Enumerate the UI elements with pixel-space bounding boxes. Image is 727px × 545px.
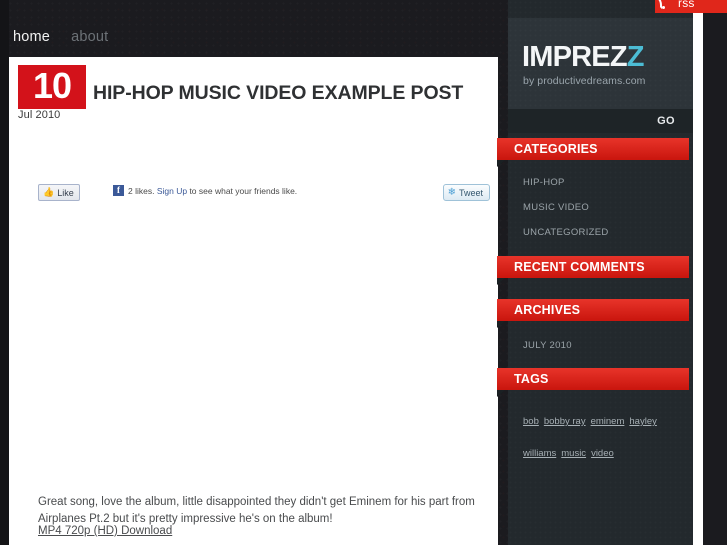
facebook-icon: f [113,185,124,196]
search-input[interactable] [514,113,634,129]
tag-cloud: bob bobby ray eminem hayley williams music vi… [523,404,683,468]
facebook-count-text: 2 likes. Sign Up to see what your friend… [128,186,297,196]
nav-list: home about [13,30,108,45]
tag-music[interactable]: music [561,448,586,459]
post-date-day: 10 [18,65,86,109]
facebook-count-prefix: 2 likes. [128,185,157,196]
sidebar-item-music-video[interactable]: MUSIC VIDEO [523,195,683,220]
main-content: 10 Jul 2010 HIP-HOP MUSIC VIDEO EXAMPLE … [9,57,498,545]
tweet-label: Tweet [458,187,483,198]
sidebar-section-title-recent-comments: RECENT COMMENTS [497,256,689,285]
post-date-month: Jul 2010 [18,109,61,121]
facebook-like-label: Like [57,187,74,198]
sidebar-section-title-categories: CATEGORIES [497,138,689,167]
social-share-bar: 👍 Like f 2 likes. Sign Up to see what yo… [38,183,490,204]
sidebar-section-title-archives: ARCHIVES [497,299,689,328]
download-link[interactable]: MP4 720p (HD) Download [38,525,172,537]
facebook-like-button[interactable]: 👍 Like [38,184,80,201]
nav-item-home[interactable]: home [13,30,50,45]
page-root: home about 10 Jul 2010 HIP-HOP MUSIC VID… [0,0,727,545]
tweet-button[interactable]: ❄ Tweet [442,184,490,201]
page-title: HIP-HOP MUSIC VIDEO EXAMPLE POST [93,82,464,105]
tag-eminem[interactable]: eminem [591,416,625,427]
facebook-like-count: f 2 likes. Sign Up to see what your frie… [113,185,297,196]
sidebar-list-categories: HIP-HOP MUSIC VIDEO UNCATEGORIZED [523,170,683,245]
left-gutter [0,0,9,545]
sidebar-item-uncategorized[interactable]: UNCATEGORIZED [523,220,683,245]
tag-bob[interactable]: bob [523,416,539,427]
facebook-signup-link[interactable]: Sign Up [157,186,187,196]
facebook-count-suffix: to see what your friends like. [187,185,298,196]
sidebar-list-archives: JULY 2010 [523,333,683,358]
tag-bobby-ray[interactable]: bobby ray [544,416,586,427]
sidebar-section-title-tags: TAGS [497,368,689,397]
sidebar-white-strip [693,0,703,545]
site-logo-subtitle: by productivedreams.com [523,75,646,87]
sidebar-right-edge [703,0,727,545]
post-body-text: Great song, love the album, little disap… [38,495,475,526]
nav-item-about[interactable]: about [71,30,108,45]
search-bar: GO [508,109,693,133]
sidebar-item-july-2010[interactable]: JULY 2010 [523,333,683,358]
top-navigation: home about [0,0,727,57]
tag-video[interactable]: video [591,448,614,459]
thumbs-up-icon: 👍 [43,187,55,197]
sidebar: IMPREZZ by productivedreams.com rss GO C… [497,0,727,545]
twitter-bird-icon: ❄ [447,186,456,198]
video-embed-area[interactable] [38,212,490,470]
sidebar-item-hip-hop[interactable]: HIP-HOP [523,170,683,195]
search-go-button[interactable]: GO [651,114,681,128]
